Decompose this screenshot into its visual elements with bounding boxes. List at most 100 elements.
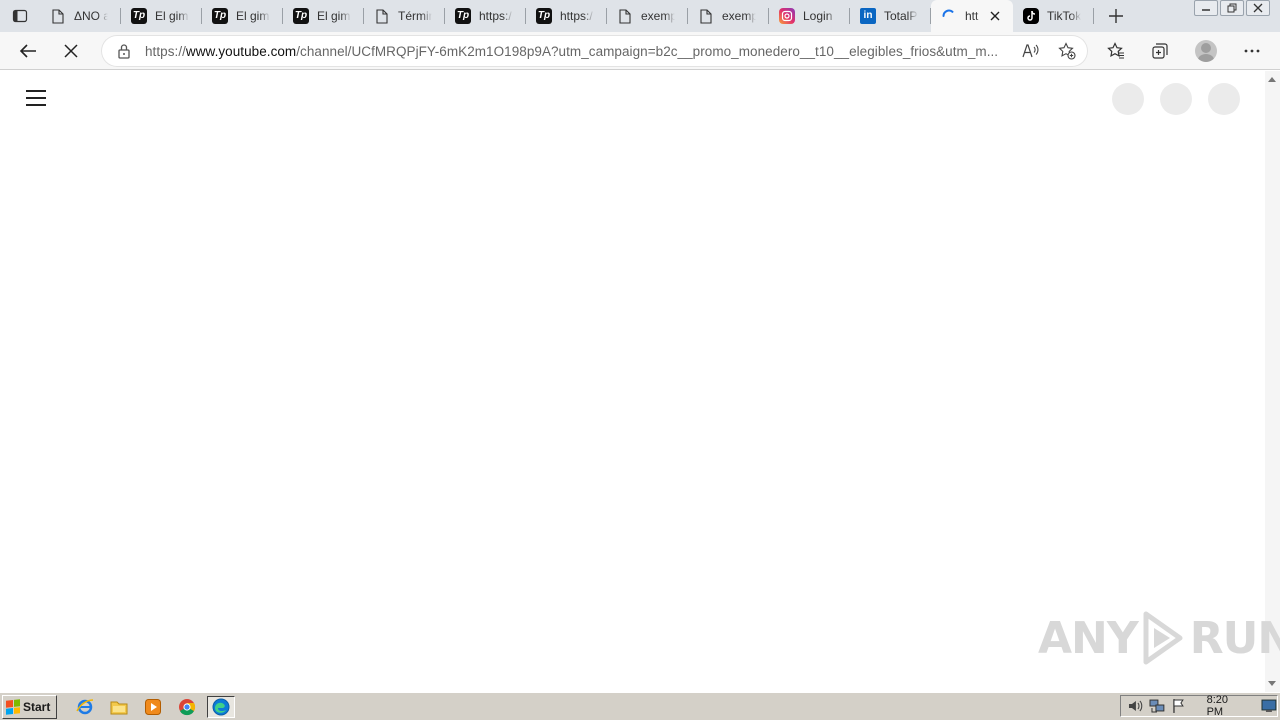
new-tab-button[interactable]: [1096, 0, 1136, 32]
folder-icon[interactable]: [105, 696, 133, 718]
avatar: [1195, 40, 1217, 62]
tp-logo-icon: Tp: [293, 8, 309, 24]
tab-title: htt: [965, 9, 979, 23]
page-content: [0, 71, 1265, 692]
back-button[interactable]: [10, 35, 46, 67]
tab-title: TikTok: [1047, 9, 1081, 23]
collections-button[interactable]: [1134, 35, 1186, 67]
watermark-left: ANY: [1038, 612, 1139, 664]
favorites-icon: [1107, 42, 1124, 59]
quick-launch: [71, 695, 236, 718]
loading-spinner-icon: [941, 8, 957, 24]
stop-loading-button[interactable]: [53, 35, 89, 67]
tab[interactable]: Login: [769, 0, 850, 32]
clock[interactable]: 8:20 PM: [1207, 694, 1248, 718]
close-window-button[interactable]: [1246, 0, 1270, 16]
tab-title: https:/: [479, 9, 512, 23]
tab-title: Login: [803, 9, 833, 23]
page-icon: [374, 8, 390, 24]
read-aloud-button[interactable]: [1016, 35, 1046, 67]
tab-title: exemp: [641, 9, 675, 23]
stop-icon: [64, 43, 78, 58]
tab[interactable]: TikTok: [1013, 0, 1094, 32]
tab[interactable]: Tp https:/: [526, 0, 607, 32]
more-icon: [1244, 49, 1260, 53]
address-bar-actions: [1016, 35, 1082, 67]
tab-title: El gim: [155, 9, 189, 23]
tiktok-icon: [1023, 8, 1039, 24]
tab-title: ΔNO a: [74, 9, 108, 23]
tp-logo-icon: Tp: [536, 8, 552, 24]
placeholder-circle: [1112, 83, 1144, 115]
page-icon: [617, 8, 633, 24]
internet-explorer-icon[interactable]: [71, 696, 99, 718]
minimize-icon: [1202, 9, 1210, 11]
plus-icon: [1109, 9, 1123, 23]
hamburger-menu-icon[interactable]: [26, 90, 46, 106]
lock-icon: [118, 44, 130, 59]
address-bar[interactable]: https://www.youtube.com/channel/UCfMRQPj…: [101, 35, 1088, 67]
instagram-icon: [779, 8, 795, 24]
tab-strip: ΔNO a Tp El gim Tp El gim Tp El gim Térm…: [0, 0, 1280, 32]
tab-list: ΔNO a Tp El gim Tp El gim Tp El gim Térm…: [40, 0, 1094, 32]
page-icon: [50, 8, 66, 24]
show-desktop-icon[interactable]: [1261, 699, 1277, 713]
scroll-down-icon[interactable]: [1268, 681, 1276, 686]
linkedin-icon: in: [860, 8, 876, 24]
tab-title: exemp: [722, 9, 756, 23]
taskbar: Start 8:20 PM: [0, 692, 1280, 720]
tab[interactable]: Tp El gim: [121, 0, 202, 32]
tab[interactable]: Tp https:/: [445, 0, 526, 32]
edge-icon[interactable]: [207, 695, 236, 718]
tp-logo-icon: Tp: [455, 8, 471, 24]
tab[interactable]: ΔNO a: [40, 0, 121, 32]
settings-menu-button[interactable]: [1226, 35, 1278, 67]
start-label: Start: [23, 699, 51, 714]
window-controls: [1194, 0, 1270, 16]
start-button[interactable]: Start: [2, 694, 58, 719]
tab[interactable]: Tp El gim: [202, 0, 283, 32]
star-add-icon: [1058, 42, 1076, 60]
add-favorite-button[interactable]: [1052, 35, 1082, 67]
chrome-icon[interactable]: [173, 696, 201, 718]
media-player-icon[interactable]: [139, 696, 167, 718]
back-arrow-icon: [19, 43, 36, 58]
restore-button[interactable]: [1220, 0, 1244, 16]
tab[interactable]: exemp: [688, 0, 769, 32]
placeholder-circle: [1208, 83, 1240, 115]
play-logo-icon: [1143, 611, 1183, 665]
tab-actions-button[interactable]: [0, 0, 40, 32]
tab[interactable]: exemp: [607, 0, 688, 32]
tab[interactable]: Término: [364, 0, 445, 32]
action-center-flag-icon[interactable]: [1171, 698, 1187, 714]
close-tab-icon[interactable]: [987, 8, 1003, 24]
tp-logo-icon: Tp: [131, 8, 147, 24]
tp-logo-icon: Tp: [212, 8, 228, 24]
tab-title: Término: [398, 9, 432, 23]
collections-icon: [1152, 43, 1168, 59]
tab-title: El gim: [317, 9, 351, 23]
url-host: www.youtube.com: [185, 43, 297, 59]
tab[interactable]: Tp El gim: [283, 0, 364, 32]
tab[interactable]: in TotalP: [850, 0, 931, 32]
profile-button[interactable]: [1186, 35, 1226, 67]
browser-toolbar: https://www.youtube.com/channel/UCfMRQPj…: [0, 32, 1280, 70]
watermark: ANY RUN: [1038, 610, 1280, 666]
tab-title: El gim: [236, 9, 270, 23]
volume-icon[interactable]: [1127, 698, 1143, 714]
url-scheme: https://: [145, 43, 186, 59]
url-text[interactable]: https://www.youtube.com/channel/UCfMRQPj…: [145, 44, 1007, 59]
network-icon[interactable]: [1149, 698, 1165, 714]
placeholder-circle: [1160, 83, 1192, 115]
url-path: /channel/UCfMRQPjFY-6mK2m1O198p9A?utm_ca…: [296, 43, 999, 59]
minimize-button[interactable]: [1194, 0, 1218, 16]
restore-icon: [1227, 3, 1237, 13]
tab-active[interactable]: htt: [931, 0, 1013, 32]
tab-actions-icon: [12, 9, 28, 23]
tab-title: TotalP: [884, 9, 918, 23]
favorites-button[interactable]: [1098, 35, 1134, 67]
scroll-up-icon[interactable]: [1268, 77, 1276, 82]
page-icon: [698, 8, 714, 24]
system-tray: 8:20 PM: [1120, 694, 1278, 718]
vertical-scrollbar[interactable]: [1265, 71, 1280, 692]
